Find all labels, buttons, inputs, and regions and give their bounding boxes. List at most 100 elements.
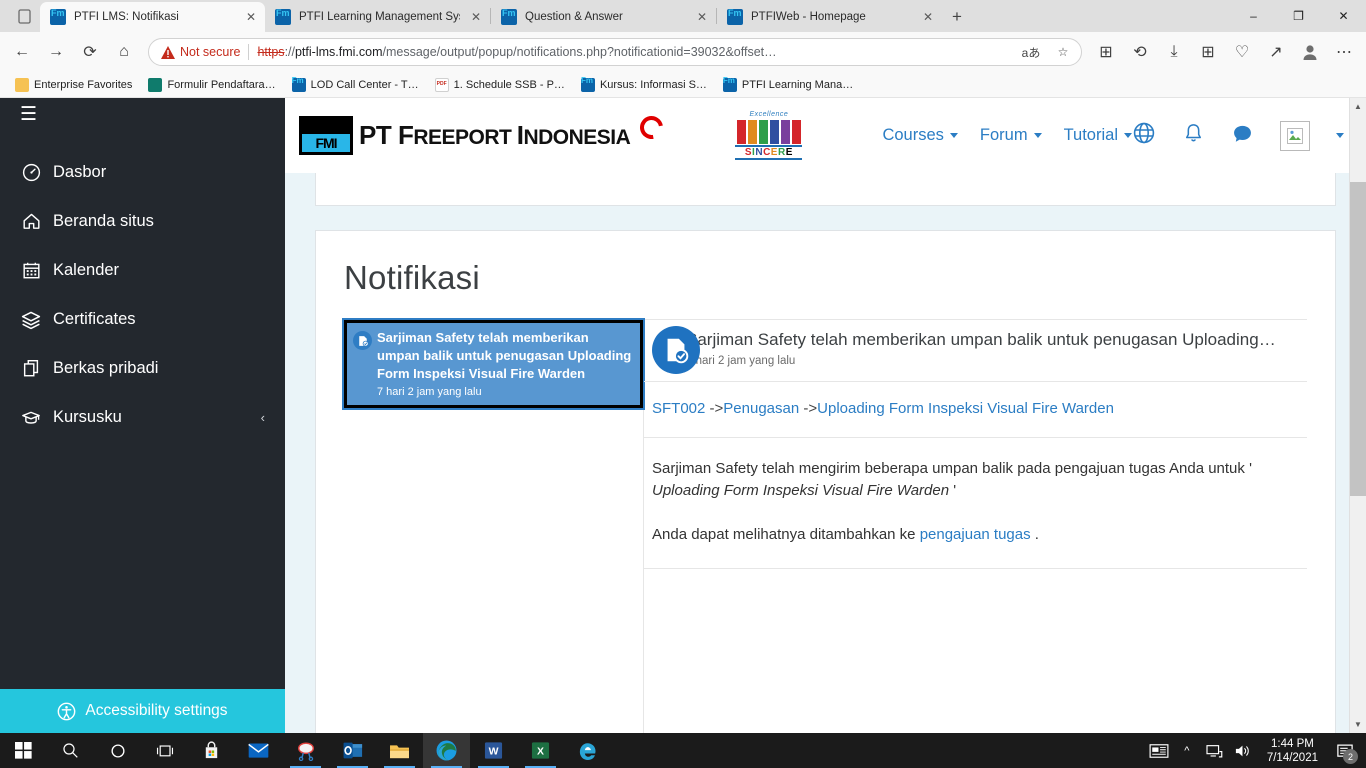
tab-close-icon[interactable]: ✕ [468, 10, 484, 24]
search-icon[interactable] [47, 733, 94, 768]
action-center-button[interactable]: 2 [1328, 733, 1362, 768]
news-and-interests-icon[interactable] [1145, 733, 1173, 768]
excel-icon[interactable]: X [517, 733, 564, 768]
scroll-down-arrow-icon[interactable]: ▼ [1350, 716, 1366, 733]
mail-icon[interactable] [235, 733, 282, 768]
bookmark-item[interactable]: Kursus: Informasi S… [574, 76, 714, 94]
scrollbar-thumb[interactable] [1350, 182, 1366, 496]
notification-detail: Sarjiman Safety telah memberikan umpan b… [644, 320, 1307, 733]
internet-explorer-icon[interactable] [564, 733, 611, 768]
nav-courses[interactable]: Courses [882, 126, 958, 145]
collections-icon[interactable]: ⊞ [1090, 36, 1122, 68]
microsoft-store-icon[interactable] [188, 733, 235, 768]
bookmark-item[interactable]: PTFI Learning Mana… [716, 76, 860, 94]
browser-tab-1[interactable]: PTFI LMS: Notifikasi ✕ [40, 2, 265, 32]
url-host: ptfi-lms.fmi.com [294, 45, 383, 59]
bookmark-item[interactable]: LOD Call Center - T… [285, 76, 426, 94]
bookmark-item[interactable]: 1. Schedule SSB - P… [428, 76, 572, 94]
tab-title: PTFI Learning Management Syst [299, 11, 460, 23]
breadcrumb: SFT002 ->Penugasan ->Uploading Form Insp… [644, 382, 1307, 438]
more-options-icon[interactable]: ⋯ [1328, 36, 1360, 68]
browser-toolbar: ← → ⟳ ⌂ Not secure https://ptfi-lms.fmi.… [0, 32, 1366, 72]
bookmark-item[interactable]: Formulir Pendaftara… [141, 76, 282, 94]
submission-link[interactable]: pengajuan tugas [920, 526, 1031, 543]
snip-and-sketch-icon[interactable] [282, 733, 329, 768]
breadcrumb-course-link[interactable]: SFT002 [652, 400, 705, 417]
close-window-button[interactable]: ✕ [1321, 0, 1366, 32]
sidebar-item-beranda-situs[interactable]: Beranda situs [0, 197, 285, 246]
microsoft-edge-icon[interactable] [423, 733, 470, 768]
show-hidden-icons-chevron[interactable]: ^ [1173, 733, 1201, 768]
profile-icon[interactable] [1294, 36, 1326, 68]
notification-detail-title: Sarjiman Safety telah memberikan umpan b… [686, 330, 1279, 349]
language-globe-icon[interactable] [1132, 121, 1156, 150]
svg-text:W: W [489, 747, 499, 758]
bookmark-item[interactable]: Enterprise Favorites [8, 76, 139, 94]
volume-icon[interactable] [1229, 733, 1257, 768]
cortana-icon[interactable] [94, 733, 141, 768]
apps-icon[interactable]: ⊞ [1192, 36, 1224, 68]
not-secure-indicator[interactable]: Not secure [161, 45, 240, 59]
user-menu-chevron-icon[interactable] [1336, 133, 1344, 138]
nav-forum[interactable]: Forum [980, 126, 1042, 145]
sidebar-item-kalender[interactable]: Kalender [0, 246, 285, 295]
forward-icon[interactable]: → [40, 36, 72, 68]
tab-close-icon[interactable]: ✕ [243, 10, 259, 24]
history-icon[interactable]: ⟲ [1124, 36, 1156, 68]
tab-close-icon[interactable]: ✕ [920, 10, 936, 24]
notification-body: Sarjiman Safety telah mengirim beberapa … [644, 438, 1307, 569]
avatar[interactable] [1280, 120, 1310, 151]
browser-tab-3[interactable]: Question & Answer ✕ [491, 2, 716, 32]
share-icon[interactable]: ↗ [1260, 36, 1292, 68]
home-icon[interactable]: ⌂ [108, 36, 140, 68]
brand-logo[interactable]: FMI PT FREEPORT INDONESIA [285, 111, 668, 155]
accessibility-settings-button[interactable]: Accessibility settings [0, 689, 285, 733]
read-aloud-icon[interactable]: aあ [1019, 44, 1043, 61]
address-bar[interactable]: Not secure https://ptfi-lms.fmi.com/mess… [148, 38, 1082, 66]
browser-tab-2[interactable]: PTFI Learning Management Syst ✕ [265, 2, 490, 32]
outlook-icon[interactable] [329, 733, 376, 768]
clock-time: 1:44 PM [1271, 737, 1314, 750]
add-favorite-icon[interactable]: ☆ [1051, 45, 1075, 59]
scroll-up-arrow-icon[interactable]: ▲ [1350, 98, 1366, 115]
word-icon[interactable]: W [470, 733, 517, 768]
network-icon[interactable] [1201, 733, 1229, 768]
brand-name: PT FREEPORT INDONESIA [359, 120, 631, 150]
notifications-bell-icon[interactable] [1182, 122, 1205, 150]
browser-tab-4[interactable]: PTFIWeb - Homepage ✕ [717, 2, 942, 32]
back-icon[interactable]: ← [6, 36, 38, 68]
messages-icon[interactable] [1231, 122, 1254, 150]
new-tab-button[interactable]: + [942, 2, 972, 32]
clock-date: 7/14/2021 [1266, 751, 1318, 764]
tab-title: PTFI LMS: Notifikasi [74, 11, 179, 23]
breadcrumb-section-link[interactable]: Penugasan [723, 400, 799, 417]
sidebar-item-certificates[interactable]: Certificates [0, 295, 285, 344]
browser-essentials-icon[interactable]: ♡ [1226, 36, 1258, 68]
chevron-left-icon[interactable]: ‹ [261, 410, 265, 425]
reload-icon[interactable]: ⟳ [74, 36, 106, 68]
url-scheme: https [257, 45, 285, 59]
nav-tutorial[interactable]: Tutorial [1064, 126, 1132, 145]
minimize-button[interactable]: ‒ [1231, 0, 1276, 32]
home-icon [20, 212, 42, 231]
task-view-icon[interactable] [141, 733, 188, 768]
taskbar-clock[interactable]: 1:44 PM 7/14/2021 [1257, 737, 1328, 765]
tab-strip: PTFI LMS: Notifikasi ✕ PTFI Learning Man… [0, 0, 1366, 32]
sidebar-item-dasbor[interactable]: Dasbor [0, 148, 285, 197]
sidebar-item-label: Beranda situs [53, 212, 154, 230]
sidebar-item-kursusku[interactable]: Kursusku ‹ [0, 393, 285, 442]
tab-search-icon[interactable] [8, 0, 40, 32]
omnibox-divider [248, 44, 250, 60]
sincere-pillars-icon [735, 118, 802, 144]
tab-close-icon[interactable]: ✕ [694, 10, 710, 24]
hamburger-menu-icon[interactable]: ☰ [20, 105, 37, 124]
notification-list-item[interactable]: Sarjiman Safety telah memberikan umpan b… [342, 318, 645, 410]
page-scrollbar[interactable]: ▲ ▼ [1349, 98, 1366, 733]
chevron-down-icon [1124, 133, 1132, 138]
downloads-icon[interactable]: ⤓ [1158, 36, 1190, 68]
start-button[interactable] [0, 733, 47, 768]
sidebar-item-berkas-pribadi[interactable]: Berkas pribadi [0, 344, 285, 393]
maximize-button[interactable]: ❐ [1276, 0, 1321, 32]
file-explorer-icon[interactable] [376, 733, 423, 768]
breadcrumb-activity-link[interactable]: Uploading Form Inspeksi Visual Fire Ward… [817, 400, 1114, 417]
